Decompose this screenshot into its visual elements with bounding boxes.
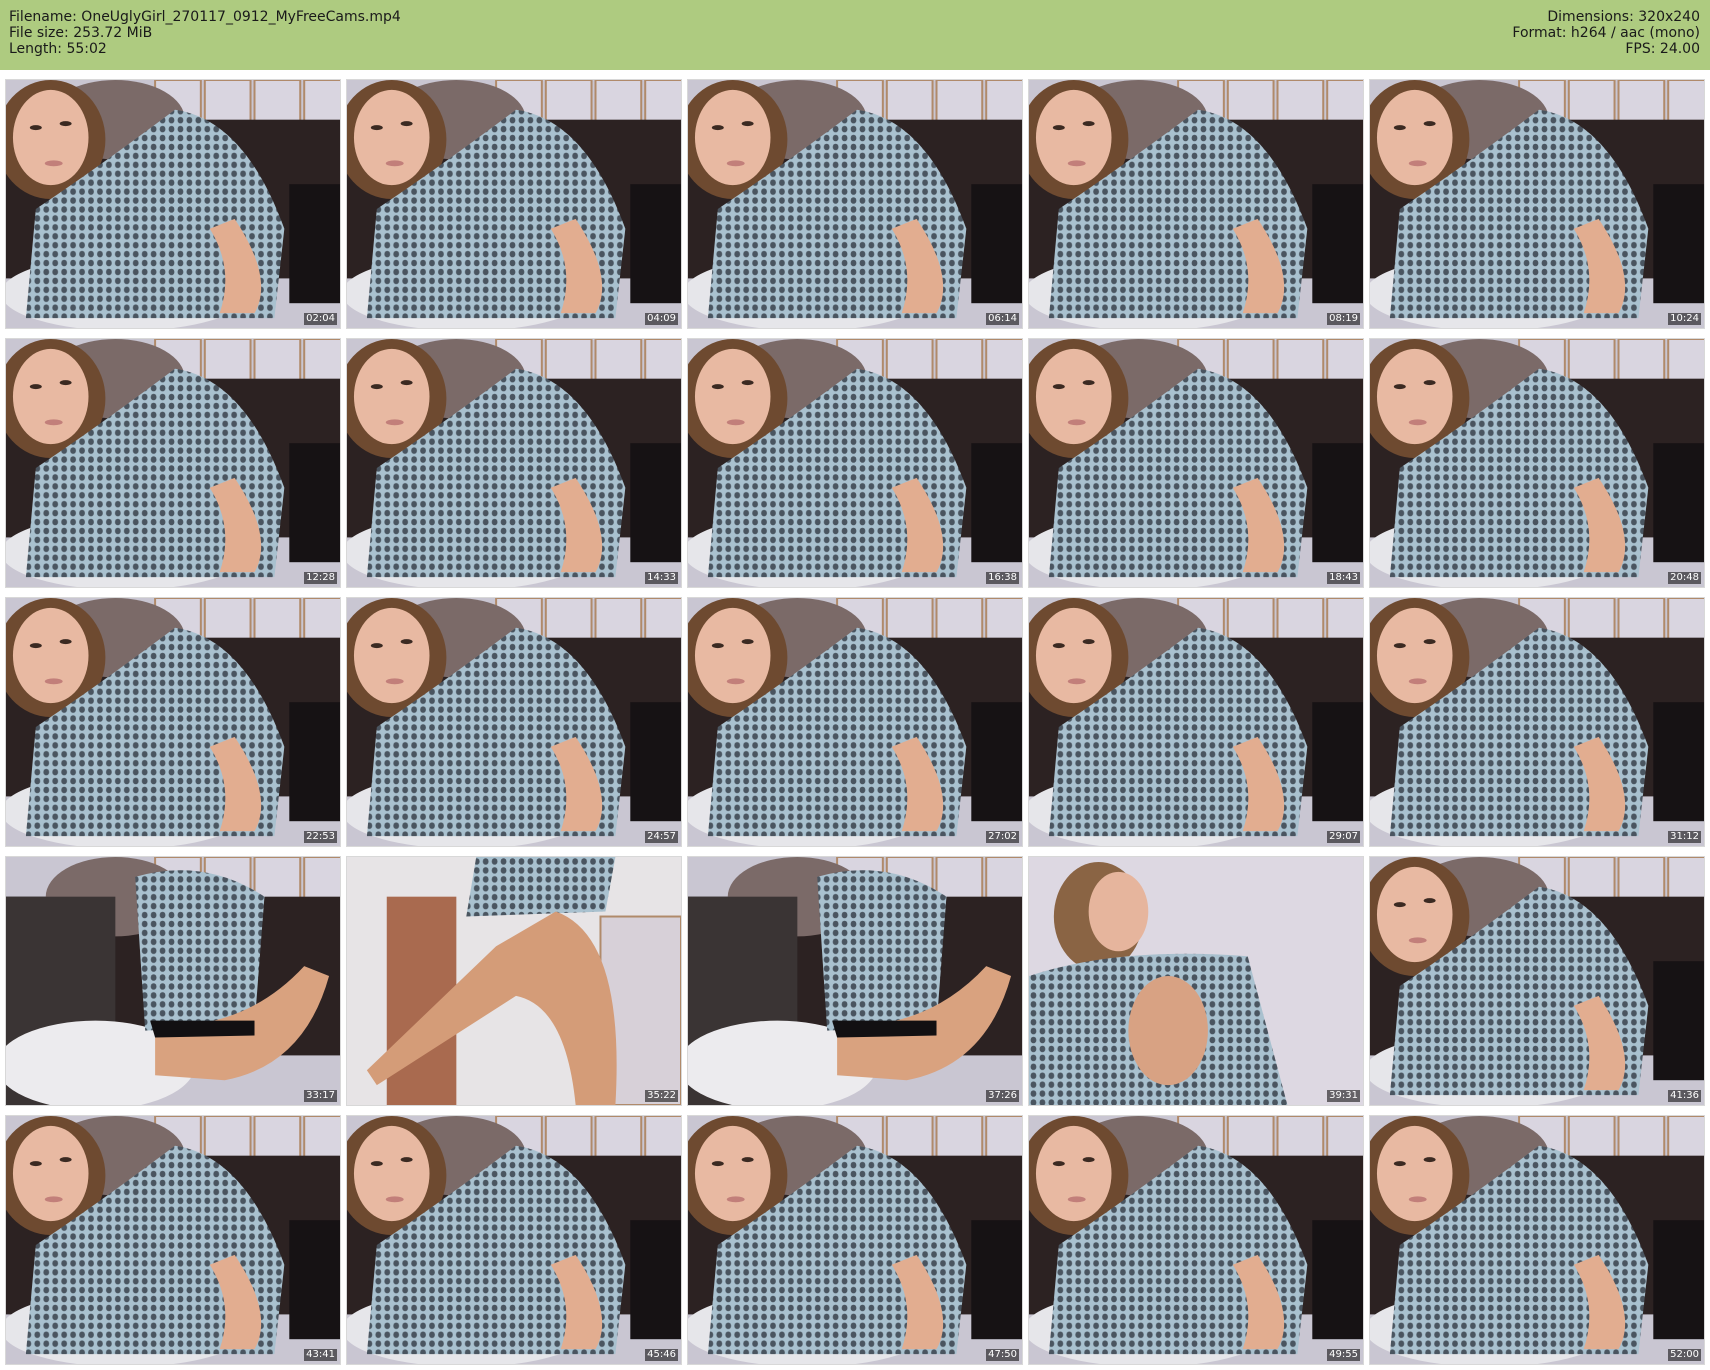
video-thumbnail[interactable]: 31:12 — [1369, 597, 1705, 847]
thumbnail-frame-image — [6, 339, 340, 587]
thumbnail-timestamp: 12:28 — [304, 572, 337, 584]
video-thumbnail[interactable]: 10:24 — [1369, 79, 1705, 329]
thumbnail-timestamp: 33:17 — [304, 1090, 337, 1102]
thumbnail-frame-image — [1029, 598, 1363, 846]
dimensions-text: Dimensions: 320x240 — [1547, 9, 1700, 25]
thumbnail-frame-image — [347, 1116, 681, 1364]
video-thumbnail[interactable]: 18:43 — [1028, 338, 1364, 588]
thumbnail-frame-image — [6, 857, 340, 1105]
video-thumbnail[interactable]: 39:31 — [1028, 856, 1364, 1106]
video-thumbnail[interactable]: 35:22 — [346, 856, 682, 1106]
thumbnail-frame-image — [688, 857, 1022, 1105]
thumbnail-timestamp: 29:07 — [1327, 831, 1360, 843]
video-thumbnail[interactable]: 16:38 — [687, 338, 1023, 588]
filesize-text: File size: 253.72 MiB — [9, 25, 153, 41]
video-thumbnail[interactable]: 27:02 — [687, 597, 1023, 847]
thumbnail-frame-image — [6, 1116, 340, 1364]
thumbnail-timestamp: 18:43 — [1327, 572, 1360, 584]
video-thumbnail[interactable]: 20:48 — [1369, 338, 1705, 588]
video-thumbnail[interactable]: 24:57 — [346, 597, 682, 847]
thumbnail-timestamp: 14:33 — [645, 572, 678, 584]
thumbnail-frame-image — [347, 339, 681, 587]
file-info: Filename: OneUglyGirl_270117_0912_MyFree… — [9, 9, 401, 57]
thumbnail-frame-image — [347, 598, 681, 846]
video-thumbnail[interactable]: 45:46 — [346, 1115, 682, 1365]
thumbnail-frame-image — [347, 857, 681, 1105]
thumbnail-timestamp: 49:55 — [1327, 1349, 1360, 1361]
thumbnail-timestamp: 52:00 — [1668, 1349, 1701, 1361]
thumbnail-frame-image — [1029, 1116, 1363, 1364]
thumbnail-timestamp: 45:46 — [645, 1349, 678, 1361]
thumbnail-timestamp: 37:26 — [986, 1090, 1019, 1102]
video-thumbnail[interactable]: 12:28 — [5, 338, 341, 588]
thumbnail-frame-image — [1370, 339, 1704, 587]
thumbnail-frame-image — [688, 1116, 1022, 1364]
video-thumbnail[interactable]: 33:17 — [5, 856, 341, 1106]
filename-text: Filename: OneUglyGirl_270117_0912_MyFree… — [9, 9, 401, 25]
thumbnail-timestamp: 10:24 — [1668, 313, 1701, 325]
video-thumbnail[interactable]: 47:50 — [687, 1115, 1023, 1365]
video-thumbnail[interactable]: 22:53 — [5, 597, 341, 847]
thumbnail-timestamp: 04:09 — [645, 313, 678, 325]
thumbnail-frame-image — [1370, 857, 1704, 1105]
video-thumbnail[interactable]: 04:09 — [346, 79, 682, 329]
format-text: Format: h264 / aac (mono) — [1512, 25, 1700, 41]
thumbnail-grid: 02:04 04:09 06:14 08:19 10:24 12:28 14:33 16:38… — [5, 79, 1705, 1367]
thumbnail-timestamp: 41:36 — [1668, 1090, 1701, 1102]
thumbnail-frame-image — [1370, 1116, 1704, 1364]
video-thumbnail[interactable]: 49:55 — [1028, 1115, 1364, 1365]
thumbnail-frame-image — [688, 598, 1022, 846]
thumbnail-frame-image — [347, 80, 681, 328]
thumbnail-frame-image — [1370, 80, 1704, 328]
thumbnail-frame-image — [1029, 857, 1363, 1105]
thumbnail-timestamp: 06:14 — [986, 313, 1019, 325]
thumbnail-timestamp: 39:31 — [1327, 1090, 1360, 1102]
thumbnail-timestamp: 31:12 — [1668, 831, 1701, 843]
thumbnail-timestamp: 20:48 — [1668, 572, 1701, 584]
video-thumbnail[interactable]: 52:00 — [1369, 1115, 1705, 1365]
thumbnail-frame-image — [688, 80, 1022, 328]
thumbnail-frame-image — [1029, 80, 1363, 328]
video-thumbnail[interactable]: 29:07 — [1028, 597, 1364, 847]
thumbnail-timestamp: 35:22 — [645, 1090, 678, 1102]
video-thumbnail[interactable]: 06:14 — [687, 79, 1023, 329]
video-thumbnail[interactable]: 37:26 — [687, 856, 1023, 1106]
thumbnail-timestamp: 02:04 — [304, 313, 337, 325]
video-thumbnail[interactable]: 14:33 — [346, 338, 682, 588]
thumbnail-frame-image — [6, 80, 340, 328]
thumbnail-timestamp: 43:41 — [304, 1349, 337, 1361]
thumbnail-timestamp: 08:19 — [1327, 313, 1360, 325]
length-text: Length: 55:02 — [9, 41, 107, 57]
stream-info: Dimensions: 320x240 Format: h264 / aac (… — [1512, 9, 1700, 57]
thumbnail-timestamp: 27:02 — [986, 831, 1019, 843]
video-thumbnail[interactable]: 08:19 — [1028, 79, 1364, 329]
fps-text: FPS: 24.00 — [1625, 41, 1700, 57]
thumbnail-frame-image — [6, 598, 340, 846]
thumbnail-frame-image — [1370, 598, 1704, 846]
thumbnail-timestamp: 24:57 — [645, 831, 678, 843]
thumbnail-timestamp: 22:53 — [304, 831, 337, 843]
info-header: Filename: OneUglyGirl_270117_0912_MyFree… — [0, 0, 1710, 70]
thumbnail-timestamp: 16:38 — [986, 572, 1019, 584]
thumbnail-frame-image — [1029, 339, 1363, 587]
thumbnail-timestamp: 47:50 — [986, 1349, 1019, 1361]
video-thumbnail[interactable]: 02:04 — [5, 79, 341, 329]
video-thumbnail[interactable]: 41:36 — [1369, 856, 1705, 1106]
thumbnail-frame-image — [688, 339, 1022, 587]
video-thumbnail[interactable]: 43:41 — [5, 1115, 341, 1365]
